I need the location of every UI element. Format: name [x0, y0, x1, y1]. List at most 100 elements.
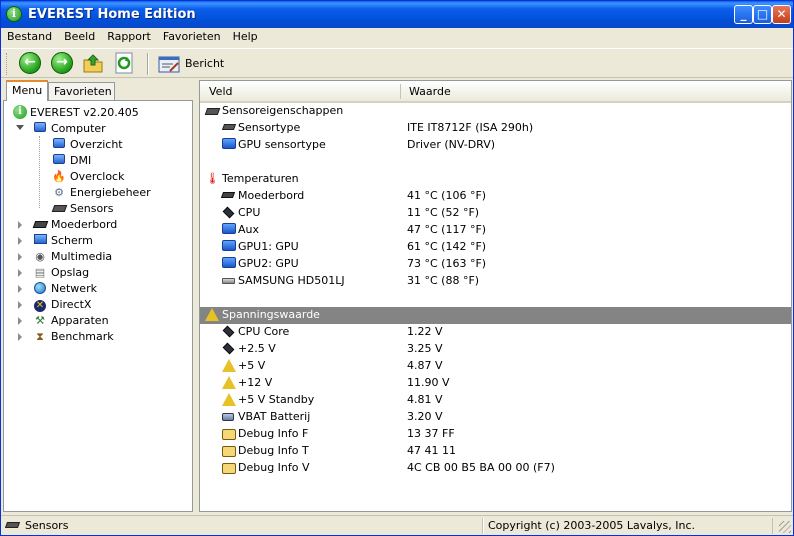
table-row[interactable]: VBAT Batterij 3.20 V: [200, 409, 791, 426]
row-field: CPU Core: [238, 325, 290, 338]
cpu-icon: [222, 325, 236, 339]
lock-icon: [222, 444, 236, 458]
computer-icon: [222, 240, 236, 254]
expand-arrow-icon[interactable]: [18, 237, 22, 245]
tree-item-sensors[interactable]: Sensors: [51, 201, 113, 217]
row-value: ITE IT8712F (ISA 290h): [407, 121, 534, 134]
table-row[interactable]: GPU2: GPU 73 °C (163 °F): [200, 256, 791, 273]
tree-item-opslag[interactable]: ▤ Opslag: [32, 265, 89, 281]
status-text: Sensors: [25, 519, 69, 532]
table-row[interactable]: Sensortype ITE IT8712F (ISA 290h): [200, 120, 791, 137]
row-field: Moederbord: [238, 189, 305, 202]
table-row[interactable]: +2.5 V 3.25 V: [200, 341, 791, 358]
expand-arrow-icon[interactable]: [18, 317, 22, 325]
speaker-icon: ◉: [35, 250, 45, 263]
hard-disk-icon: [222, 274, 236, 288]
forward-arrow-icon: →: [51, 52, 73, 74]
column-header-value[interactable]: Waarde: [409, 85, 451, 98]
expand-arrow-icon[interactable]: [18, 285, 22, 293]
table-row[interactable]: CPU 11 °C (52 °F): [200, 205, 791, 222]
tree-item-moederbord[interactable]: Moederbord: [32, 217, 117, 233]
expand-arrow-icon[interactable]: [18, 253, 22, 261]
tab-favorieten[interactable]: Favorieten: [48, 82, 115, 101]
expand-arrow-icon[interactable]: [18, 333, 22, 341]
row-field: +5 V Standby: [238, 393, 315, 406]
section-header[interactable]: Sensoreigenschappen: [200, 103, 791, 120]
table-row[interactable]: Debug Info T 47 41 11: [200, 443, 791, 460]
up-folder-button[interactable]: [82, 52, 106, 76]
tree-item-overzicht[interactable]: Overzicht: [51, 137, 123, 153]
row-value: 3.20 V: [407, 410, 443, 423]
up-folder-icon: [83, 54, 103, 73]
flame-icon: 🔥: [52, 170, 66, 183]
tree-item-label: Scherm: [51, 234, 93, 247]
tree-item-benchmark[interactable]: ⧗ Benchmark: [32, 329, 114, 345]
tree-item-apparaten[interactable]: ⚒ Apparaten: [32, 313, 108, 329]
tree-item-scherm[interactable]: Scherm: [32, 233, 93, 249]
expand-arrow-icon[interactable]: [18, 269, 22, 277]
tree-item-netwerk[interactable]: Netwerk: [32, 281, 97, 297]
forward-button[interactable]: →: [51, 52, 75, 76]
section-title: Sensoreigenschappen: [222, 104, 344, 117]
row-field: Debug Info V: [238, 461, 310, 474]
column-header-field[interactable]: Veld: [209, 85, 232, 98]
table-row[interactable]: GPU1: GPU 61 °C (142 °F): [200, 239, 791, 256]
tree-item-computer[interactable]: Computer: [32, 121, 106, 137]
tree-item-multimedia[interactable]: ◉ Multimedia: [32, 249, 112, 265]
tree-item-label: Overzicht: [70, 138, 123, 151]
expand-arrow-icon[interactable]: [18, 301, 22, 309]
menu-help[interactable]: Help: [227, 28, 264, 47]
maximize-button[interactable]: □: [753, 5, 772, 24]
lock-icon: [222, 427, 236, 441]
menu-bestand[interactable]: Bestand: [1, 28, 58, 47]
table-row[interactable]: Debug Info F 13 37 FF: [200, 426, 791, 443]
menu-beeld[interactable]: Beeld: [58, 28, 101, 47]
title-bar[interactable]: i EVEREST Home Edition _ □ ✕: [1, 1, 793, 28]
back-button[interactable]: ←: [19, 52, 43, 76]
row-field: Aux: [238, 223, 260, 236]
tree-item-label: Energiebeheer: [70, 186, 151, 199]
table-row[interactable]: CPU Core 1.22 V: [200, 324, 791, 341]
row-field: GPU2: GPU: [238, 257, 299, 270]
row-value: 47 °C (117 °F): [407, 223, 487, 236]
expand-arrow-icon[interactable]: [18, 221, 22, 229]
tree-item-energiebeheer[interactable]: ⚙ Energiebeheer: [51, 185, 151, 201]
tree-item-label: DMI: [70, 154, 92, 167]
collapse-arrow-icon[interactable]: [16, 125, 24, 130]
toolbar: ← → Bericht: [1, 48, 793, 78]
back-arrow-icon: ←: [19, 52, 41, 74]
row-value: 61 °C (142 °F): [407, 240, 487, 253]
tree-item-dmi[interactable]: DMI: [51, 153, 91, 169]
storage-icon: ▤: [34, 266, 46, 279]
tree-item-root[interactable]: i EVEREST v2.20.405: [13, 105, 139, 121]
table-row[interactable]: GPU sensortype Driver (NV-DRV): [200, 137, 791, 154]
menu-favorieten[interactable]: Favorieten: [157, 28, 227, 47]
table-row[interactable]: Aux 47 °C (117 °F): [200, 222, 791, 239]
section-title: Spanningswaarde: [222, 308, 320, 321]
table-row[interactable]: +5 V Standby 4.81 V: [200, 392, 791, 409]
menu-rapport[interactable]: Rapport: [101, 28, 157, 47]
row-value: 3.25 V: [407, 342, 443, 355]
table-row[interactable]: +12 V 11.90 V: [200, 375, 791, 392]
row-field: Debug Info T: [238, 444, 309, 457]
section-header[interactable]: 🌡 Temperaturen: [200, 171, 791, 188]
refresh-button[interactable]: [113, 52, 137, 76]
resize-grip[interactable]: [779, 521, 791, 533]
table-row[interactable]: Debug Info V 4C CB 00 B5 BA 00 00 (F7): [200, 460, 791, 477]
power-plug-icon: ⚙: [54, 186, 64, 199]
minimize-button[interactable]: _: [734, 5, 753, 24]
table-row[interactable]: +5 V 4.87 V: [200, 358, 791, 375]
tree-item-directx[interactable]: ✕ DirectX: [32, 297, 91, 313]
table-row[interactable]: Moederbord 41 °C (106 °F): [200, 188, 791, 205]
close-button[interactable]: ✕: [772, 5, 791, 24]
report-button[interactable]: Bericht: [156, 52, 226, 76]
tree-item-overclock[interactable]: 🔥 Overclock: [51, 169, 124, 185]
computer-icon: [222, 138, 236, 152]
toolbar-separator: [147, 53, 149, 75]
column-divider[interactable]: [400, 84, 401, 99]
tab-menu[interactable]: Menu: [6, 80, 48, 101]
toolbar-grip[interactable]: [6, 53, 9, 75]
section-title: Temperaturen: [222, 172, 299, 185]
table-row[interactable]: SAMSUNG HD501LJ 31 °C (88 °F): [200, 273, 791, 290]
section-header[interactable]: Spanningswaarde: [200, 307, 791, 324]
